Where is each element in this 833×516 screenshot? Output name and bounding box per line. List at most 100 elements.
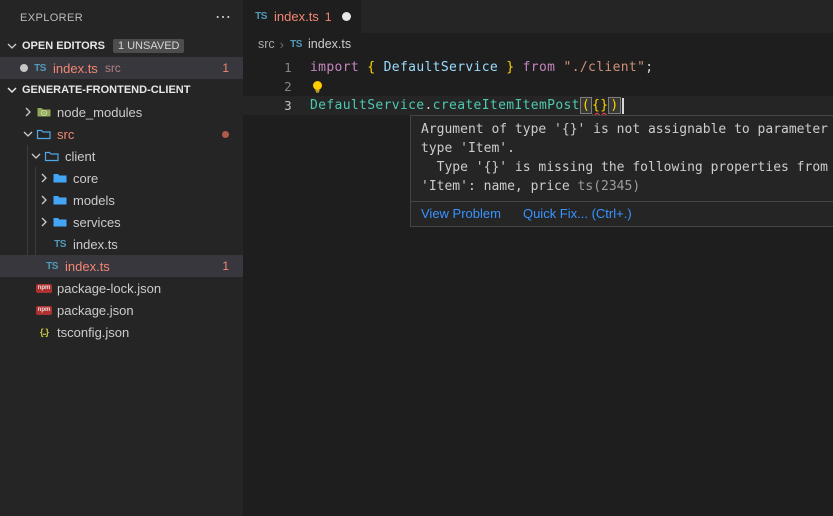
text-cursor xyxy=(622,98,624,114)
typescript-file-icon: TS xyxy=(32,60,48,76)
token-class: DefaultService xyxy=(310,98,424,113)
tree-item-client-index-ts[interactable]: TS index.ts xyxy=(0,233,243,255)
workspace-section-header[interactable]: GENERATE-FRONTEND-CLIENT xyxy=(0,79,243,101)
chevron-right-icon xyxy=(36,214,52,230)
open-editor-file-path: src xyxy=(105,61,121,75)
token-method: createItemItemPost xyxy=(433,98,580,113)
tree-item-tsconfig-json[interactable]: {..} tsconfig.json xyxy=(0,321,243,343)
error-line: 'Item': name, price ts(2345) xyxy=(421,177,833,196)
breadcrumb-folder[interactable]: src xyxy=(258,37,275,51)
tree-item-label: src xyxy=(57,127,74,142)
tree-item-src-index-ts[interactable]: TS index.ts 1 xyxy=(0,255,243,277)
code-line-3[interactable]: 3 DefaultService.createItemItemPost({}) xyxy=(243,96,833,115)
chevron-down-icon xyxy=(28,148,44,164)
open-editors-section-header[interactable]: OPEN EDITORS 1 UNSAVED xyxy=(0,35,243,57)
token-bracket-match: ( xyxy=(580,97,592,114)
tab-error-count: 1 xyxy=(325,10,332,24)
error-line: type 'Item'. xyxy=(421,139,833,158)
tree-item-label: package.json xyxy=(57,303,134,318)
tree-item-label: index.ts xyxy=(65,259,110,274)
token-identifier: DefaultService xyxy=(384,60,498,75)
explorer-title: EXPLORER xyxy=(20,12,83,24)
chevron-right-icon xyxy=(20,104,36,120)
workspace-name: GENERATE-FRONTEND-CLIENT xyxy=(22,84,190,96)
chevron-right-icon xyxy=(36,192,52,208)
token-keyword: from xyxy=(523,60,564,75)
typescript-file-icon: TS xyxy=(253,9,269,25)
tree-item-label: core xyxy=(73,171,98,186)
error-hover-widget: Argument of type '{}' is not assignable … xyxy=(410,115,833,227)
error-line-text: 'Item': name, price xyxy=(421,179,578,194)
breadcrumb-file[interactable]: index.ts xyxy=(308,37,351,51)
error-count-badge: 1 xyxy=(222,259,229,273)
line-number: 1 xyxy=(243,60,292,75)
open-folder-icon xyxy=(44,148,60,164)
editor-group: TS index.ts 1 src › TS index.ts 1 import… xyxy=(243,0,833,516)
open-editors-label: OPEN EDITORS xyxy=(22,40,105,52)
token-punctuation: . xyxy=(424,98,432,113)
breadcrumb-separator-icon: › xyxy=(280,37,284,52)
code-line-1[interactable]: 1 import { DefaultService } from "./clie… xyxy=(243,58,833,77)
error-message: Argument of type '{}' is not assignable … xyxy=(411,116,833,201)
npm-file-icon: npm xyxy=(36,306,52,315)
token-brace: } xyxy=(498,60,523,75)
error-line: Argument of type '{}' is not assignable … xyxy=(421,120,833,139)
chevron-down-icon xyxy=(4,38,20,54)
token-punctuation: ; xyxy=(645,60,653,75)
error-source-code: ts(2345) xyxy=(578,179,641,194)
typescript-file-icon: TS xyxy=(52,236,68,252)
file-tree: node_modules src xyxy=(0,101,243,343)
lightbulb-icon[interactable] xyxy=(310,79,326,95)
more-actions-icon[interactable]: ⋯ xyxy=(215,13,231,23)
code-area[interactable]: 1 import { DefaultService } from "./clie… xyxy=(243,55,833,115)
tree-item-label: node_modules xyxy=(57,105,142,120)
code-line-2[interactable]: 2 xyxy=(243,77,833,96)
open-folder-icon xyxy=(36,126,52,142)
typescript-file-icon: TS xyxy=(44,258,60,274)
tree-item-package-json[interactable]: npm package.json xyxy=(0,299,243,321)
tree-item-client[interactable]: client xyxy=(0,145,243,167)
token-bracket-match: ) xyxy=(608,97,620,114)
folder-icon xyxy=(52,214,68,230)
folder-icon xyxy=(52,192,68,208)
hover-actions: View Problem Quick Fix... (Ctrl+.) xyxy=(411,201,833,226)
node-modules-folder-icon xyxy=(36,104,52,120)
tree-item-label: tsconfig.json xyxy=(57,325,129,340)
line-number: 2 xyxy=(243,79,292,94)
view-problem-link[interactable]: View Problem xyxy=(421,206,501,221)
tree-item-package-lock-json[interactable]: npm package-lock.json xyxy=(0,277,243,299)
token-brace: { xyxy=(367,60,383,75)
tree-item-node-modules[interactable]: node_modules xyxy=(0,101,243,123)
chevron-down-icon xyxy=(20,126,36,142)
typescript-file-icon: TS xyxy=(289,36,303,52)
tree-item-label: services xyxy=(73,215,121,230)
open-editor-item-index-ts[interactable]: TS index.ts src 1 xyxy=(0,57,243,79)
chevron-right-icon xyxy=(36,170,52,186)
folder-modified-dot-icon xyxy=(222,131,229,138)
tab-index-ts[interactable]: TS index.ts 1 xyxy=(243,0,361,33)
folder-icon xyxy=(52,170,68,186)
tree-item-label: index.ts xyxy=(73,237,118,252)
tree-item-core[interactable]: core xyxy=(0,167,243,189)
unsaved-count-badge: 1 UNSAVED xyxy=(113,39,185,53)
chevron-down-icon xyxy=(4,82,20,98)
breadcrumb[interactable]: src › TS index.ts xyxy=(243,33,833,55)
error-count-badge: 1 xyxy=(222,61,229,75)
token-string: "./client" xyxy=(564,60,646,75)
token-error-braces: {} xyxy=(592,98,608,113)
token-keyword: import xyxy=(310,60,367,75)
vscode-window: EXPLORER ⋯ OPEN EDITORS 1 UNSAVED TS ind… xyxy=(0,0,833,516)
tree-item-src[interactable]: src xyxy=(0,123,243,145)
sidebar-header: EXPLORER ⋯ xyxy=(0,0,243,35)
json-config-file-icon: {..} xyxy=(36,324,52,340)
explorer-sidebar: EXPLORER ⋯ OPEN EDITORS 1 UNSAVED TS ind… xyxy=(0,0,243,516)
quick-fix-link[interactable]: Quick Fix... (Ctrl+.) xyxy=(523,206,632,221)
tree-item-label: models xyxy=(73,193,115,208)
tree-item-models[interactable]: models xyxy=(0,189,243,211)
tree-item-services[interactable]: services xyxy=(0,211,243,233)
modified-dot-icon xyxy=(20,64,28,72)
tab-file-name: index.ts xyxy=(274,9,319,24)
line-number: 3 xyxy=(243,98,292,113)
unsaved-dot-icon[interactable] xyxy=(342,12,351,21)
error-line: Type '{}' is missing the following prope… xyxy=(421,158,833,177)
